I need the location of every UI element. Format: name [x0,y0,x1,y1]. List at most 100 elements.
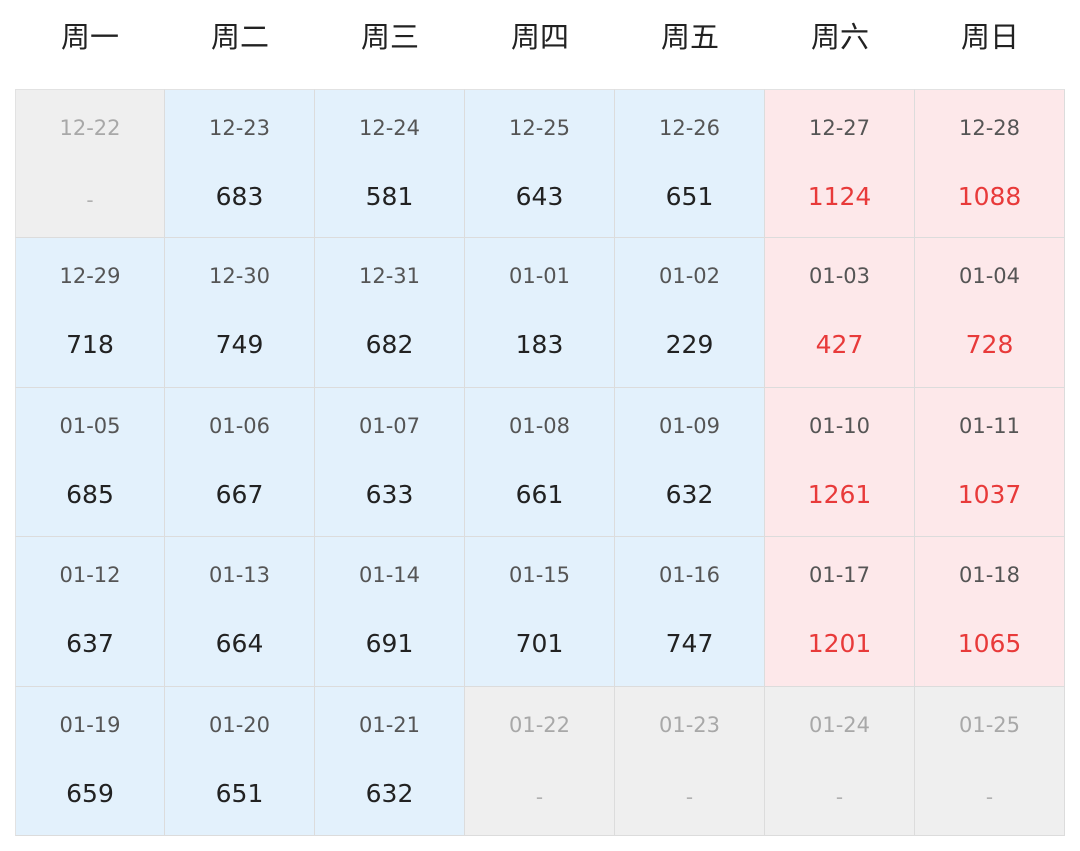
day-date: 01-07 [358,413,421,438]
calendar-day-cell[interactable]: 01-21 632 [315,686,465,836]
calendar-day-cell[interactable]: 01-17 1201 [765,537,915,687]
day-value: 701 [515,629,564,659]
weekday-header: 周一 周二 周三 周四 周五 周六 周日 [15,0,1065,70]
day-date: 01-14 [358,563,421,588]
day-date: 01-23 [658,712,721,737]
weekday-label-tue: 周二 [210,20,269,54]
calendar-day-cell[interactable]: 01-01 183 [465,238,615,388]
weekday-label-sat: 周六 [810,20,869,54]
calendar-day-cell[interactable]: 01-07 633 [315,387,465,538]
calendar-day-cell[interactable]: 01-20 651 [165,686,315,836]
day-value: 632 [365,778,414,808]
day-date: 01-09 [658,413,721,438]
day-date: 01-06 [208,413,271,438]
calendar-day-cell[interactable]: 01-11 1037 [915,387,1065,538]
day-value: 427 [815,330,864,360]
day-date: 01-24 [808,712,871,737]
day-value: 718 [66,330,114,360]
day-date: 12-24 [358,116,421,140]
day-value: 229 [665,330,714,360]
day-value: 749 [215,330,264,360]
day-value: - [835,784,844,809]
calendar-day-cell[interactable]: 01-15 701 [465,537,615,687]
day-value: - [685,784,694,809]
day-date: 01-19 [59,712,121,737]
calendar-day-cell: 01-23 - [615,686,765,836]
calendar-day-cell[interactable]: 01-02 229 [615,238,765,388]
calendar-day-cell[interactable]: 12-27 1124 [765,89,915,239]
calendar-day-cell[interactable]: 12-24 581 [315,89,465,239]
calendar-day-cell[interactable]: 12-23 683 [165,89,315,239]
day-date: 01-04 [958,264,1021,289]
calendar-day-cell: 12-22 - [15,89,165,239]
calendar-day-cell[interactable]: 12-30 749 [165,238,315,388]
day-date: 12-23 [208,116,271,140]
day-value: 651 [215,778,264,808]
day-value: 1065 [957,629,1022,659]
calendar-day-cell[interactable]: 01-13 664 [165,537,315,687]
day-date: 01-08 [508,413,571,438]
calendar-day-cell: 01-24 - [765,686,915,836]
day-value: 637 [66,629,114,659]
day-value: 1124 [807,182,872,211]
calendar-day-cell[interactable]: 01-08 661 [465,387,615,538]
day-value: 683 [215,182,264,211]
calendar-day-cell[interactable]: 01-04 728 [915,238,1065,388]
day-value: 1037 [957,479,1022,509]
calendar-day-cell[interactable]: 01-05 685 [15,387,165,538]
day-value: - [535,784,544,809]
calendar-day-cell[interactable]: 12-31 682 [315,238,465,388]
calendar-day-cell[interactable]: 12-29 718 [15,238,165,388]
day-date: 12-29 [59,264,121,289]
day-value: 1201 [807,629,872,659]
day-date: 12-27 [808,116,871,140]
day-value: - [985,784,994,809]
calendar-day-cell[interactable]: 01-03 427 [765,238,915,388]
day-date: 12-26 [658,116,721,140]
day-value: 661 [515,479,564,509]
day-value: 643 [515,182,564,211]
calendar-day-cell[interactable]: 01-16 747 [615,537,765,687]
calendar-day-cell[interactable]: 12-25 643 [465,89,615,239]
day-date: 01-21 [358,712,421,737]
calendar-day-cell[interactable]: 01-09 632 [615,387,765,538]
day-date: 12-31 [358,264,421,289]
day-date: 01-12 [59,563,121,588]
calendar-day-cell[interactable]: 01-14 691 [315,537,465,687]
calendar-day-cell[interactable]: 12-28 1088 [915,89,1065,239]
day-date: 01-03 [808,264,871,289]
calendar-day-cell: 01-25 - [915,686,1065,836]
day-date: 01-20 [208,712,271,737]
calendar-grid: 12-22-12-23 683 12-24 581 12-25 643 12-26 651 12… [15,89,1065,836]
weekday-label-mon: 周一 [60,20,119,54]
day-date: 01-18 [958,563,1021,588]
day-value: 1261 [807,479,872,509]
day-date: 01-01 [508,264,571,289]
calendar-day-cell: 01-22 - [465,686,615,836]
day-value: 1088 [957,182,1022,211]
day-date: 01-16 [658,563,721,588]
weekday-label-fri: 周五 [660,20,719,54]
calendar-day-cell[interactable]: 01-12 637 [15,537,165,687]
day-value: 728 [965,330,1014,360]
day-value: 691 [365,629,414,659]
calendar-day-cell[interactable]: 01-18 1065 [915,537,1065,687]
day-date: 01-25 [958,712,1021,737]
day-date: 01-22 [508,712,571,737]
day-value: 651 [665,182,714,211]
weekday-label-thu: 周四 [510,20,569,54]
day-date: 01-13 [208,563,271,588]
calendar-day-cell[interactable]: 01-06 667 [165,387,315,538]
calendar-day-cell[interactable]: 12-26 651 [615,89,765,239]
weekday-label-sun: 周日 [960,20,1019,54]
calendar-day-cell[interactable]: 01-10 1261 [765,387,915,538]
day-date: 01-15 [508,563,571,588]
day-date: 12-22 [59,116,121,140]
day-date: 01-05 [59,413,121,438]
calendar-day-cell[interactable]: 01-19 659 [15,686,165,836]
day-value: 667 [215,479,264,509]
day-value: 581 [365,182,414,211]
day-date: 01-17 [808,563,871,588]
day-date: 01-10 [808,413,871,438]
day-date: 01-02 [658,264,721,289]
